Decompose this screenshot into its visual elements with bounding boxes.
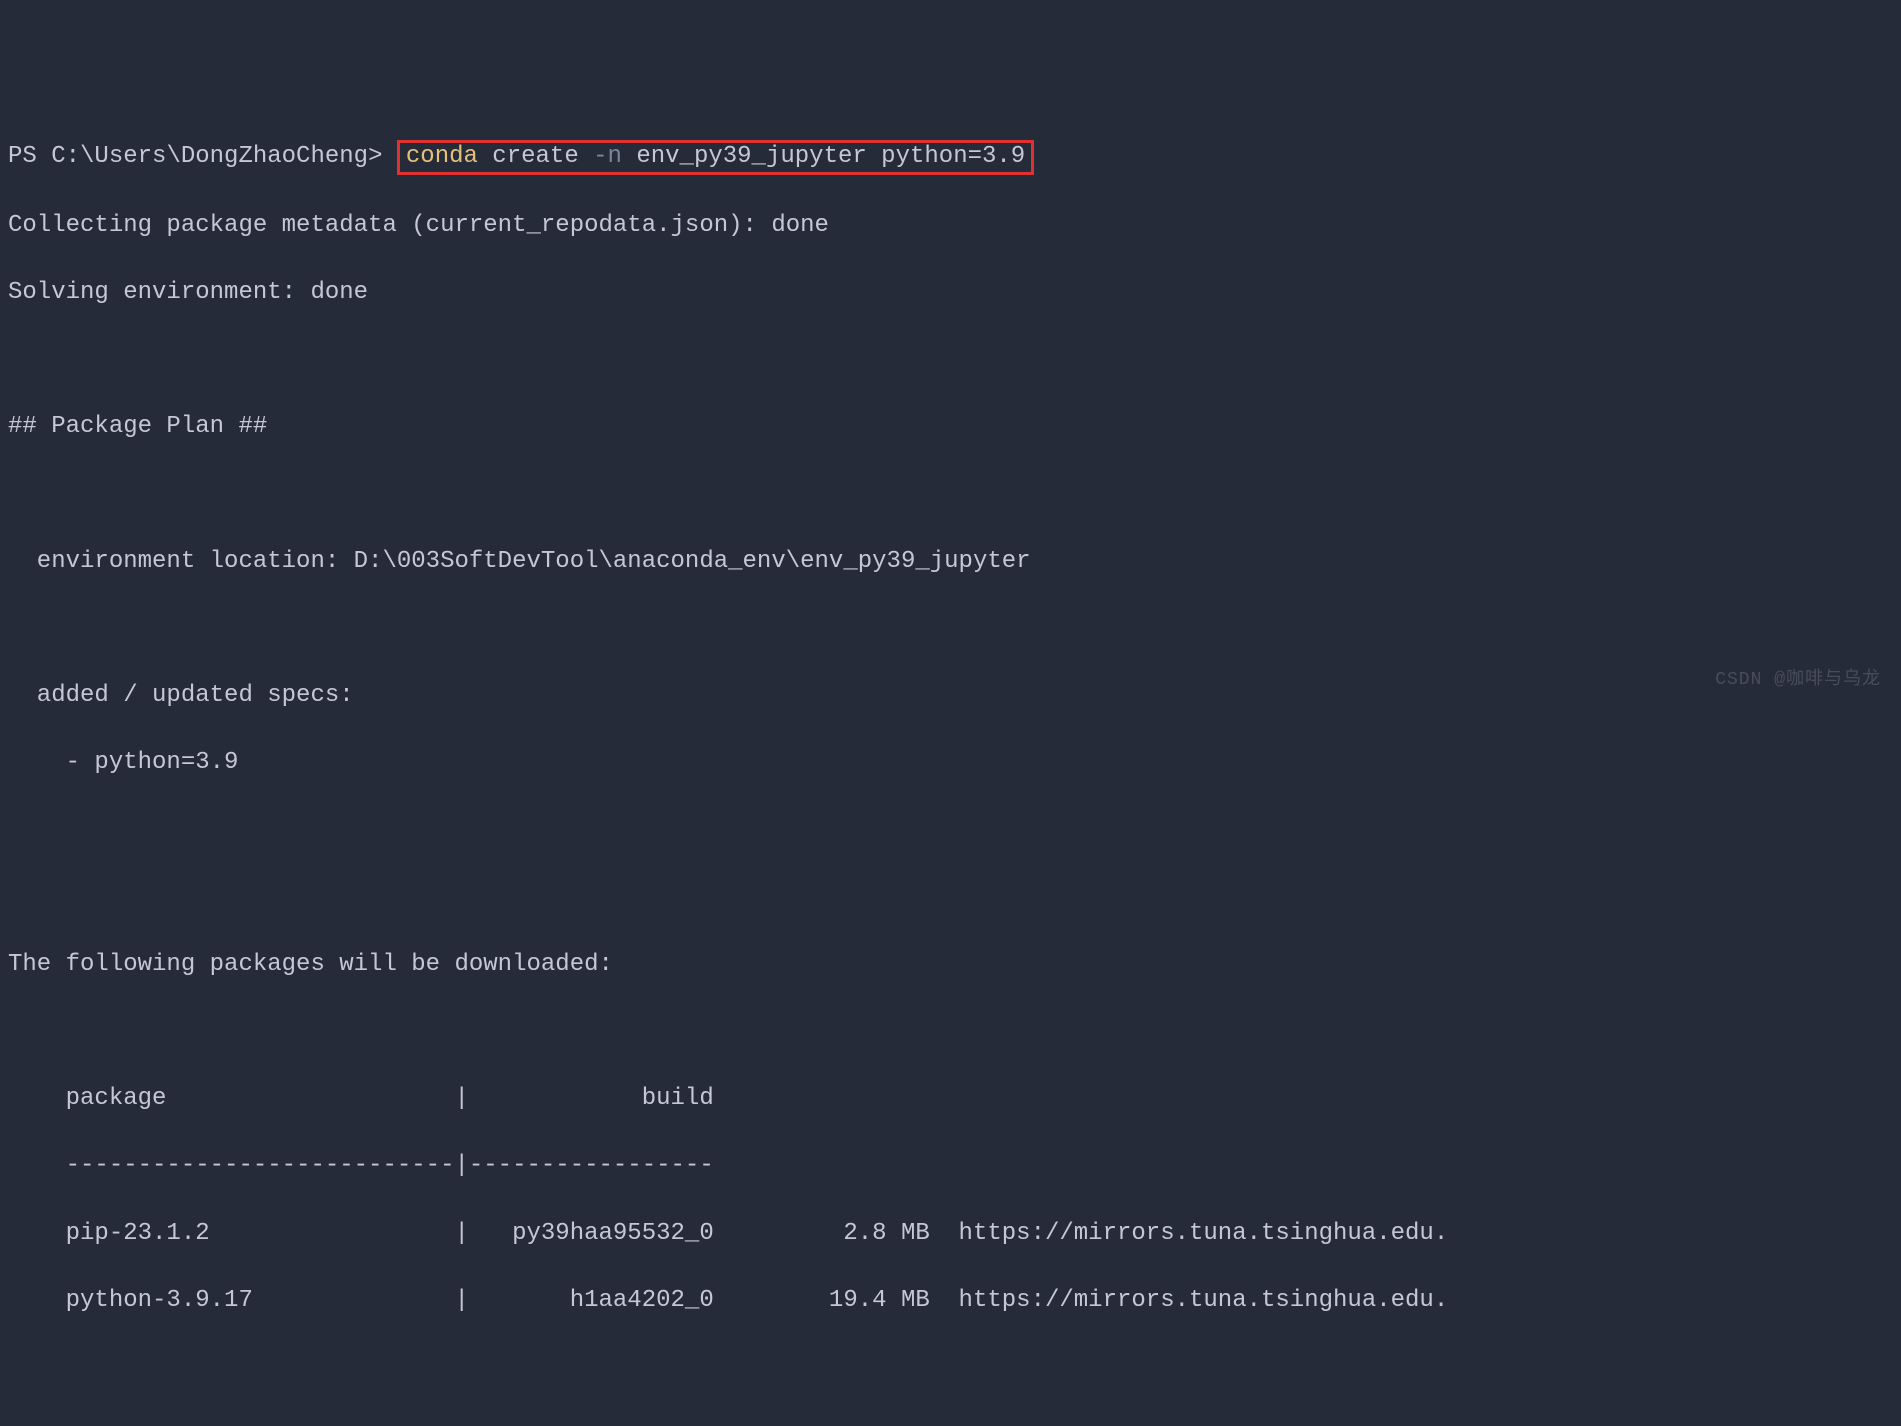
package-row-pip: pip-23.1.2 | py39haa95532_0 2.8 MB https… — [8, 1217, 1893, 1251]
prompt-path: C:\Users\DongZhaoCheng — [51, 143, 368, 170]
spec-python: - python=3.9 — [8, 746, 1893, 780]
download-header: The following packages will be downloade… — [8, 948, 1893, 982]
blank-line — [8, 478, 1893, 512]
command-highlight-box: conda create -n env_py39_jupyter python=… — [397, 140, 1034, 175]
blank-line — [8, 612, 1893, 646]
flag-n: -n — [593, 143, 622, 170]
watermark: CSDN @咖啡与乌龙 — [1715, 668, 1881, 693]
package-plan-header: ## Package Plan ## — [8, 410, 1893, 444]
package-row-python: python-3.9.17 | h1aa4202_0 19.4 MB https… — [8, 1284, 1893, 1318]
output-collecting: Collecting package metadata (current_rep… — [8, 209, 1893, 243]
env-location: environment location: D:\003SoftDevTool\… — [8, 545, 1893, 579]
table-header: package | build — [8, 1082, 1893, 1116]
prompt-line[interactable]: PS C:\Users\DongZhaoCheng> conda create … — [8, 140, 1893, 175]
create-keyword: create — [478, 143, 593, 170]
ps-prefix: PS — [8, 143, 51, 170]
conda-keyword: conda — [406, 143, 478, 170]
blank-line — [8, 813, 1893, 847]
table-divider: ---------------------------|------------… — [8, 1149, 1893, 1183]
prompt-gt: > — [368, 143, 397, 170]
blank-line — [8, 343, 1893, 377]
blank-line — [8, 1015, 1893, 1049]
blank-line — [8, 881, 1893, 915]
added-specs-header: added / updated specs: — [8, 679, 1893, 713]
command-args: env_py39_jupyter python=3.9 — [622, 143, 1025, 170]
output-solving: Solving environment: done — [8, 276, 1893, 310]
